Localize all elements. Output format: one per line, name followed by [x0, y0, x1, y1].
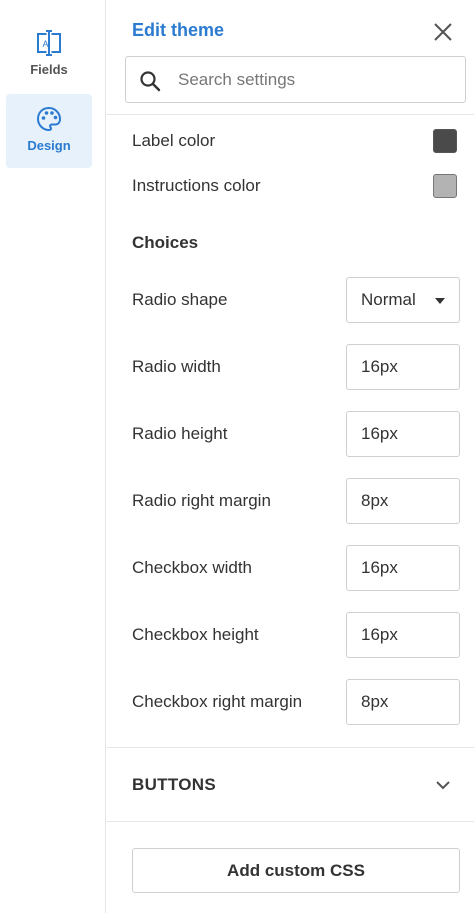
checkbox-height-input[interactable]: 16px [346, 612, 460, 658]
radio-right-margin-input[interactable]: 8px [346, 478, 460, 524]
left-rail: A Fields Design [0, 0, 106, 913]
radio-height-input[interactable]: 16px [346, 411, 460, 457]
checkbox-right-margin-label: Checkbox right margin [132, 692, 303, 711]
radio-shape-label: Radio shape [132, 290, 228, 309]
radio-height-label: Radio height [132, 424, 228, 443]
radio-width-label: Radio width [132, 357, 221, 376]
radio-shape-value: Normal [361, 290, 416, 309]
radio-shape-select[interactable]: Normal [346, 277, 460, 323]
radio-right-margin-label: Radio right margin [132, 491, 271, 510]
search-icon [140, 71, 161, 92]
sidebar-item-label: Design [27, 138, 71, 153]
buttons-section-toggle[interactable]: BUTTONS [107, 748, 474, 821]
search-box [125, 56, 466, 103]
text-field-icon: A [37, 30, 61, 56]
buttons-section-title: BUTTONS [132, 775, 216, 794]
divider [107, 821, 474, 822]
instructions-color-label: Instructions color [132, 176, 261, 195]
radio-width-input[interactable]: 16px [346, 344, 460, 390]
close-icon[interactable] [429, 18, 457, 46]
label-color-label: Label color [132, 131, 216, 150]
choices-section-title: Choices [132, 233, 199, 252]
search-input[interactable] [178, 67, 448, 93]
sidebar-item-design[interactable]: Design [6, 94, 92, 168]
checkbox-height-label: Checkbox height [132, 625, 259, 644]
checkbox-width-input[interactable]: 16px [346, 545, 460, 591]
panel-title: Edit theme [132, 20, 225, 40]
add-custom-css-button[interactable]: Add custom CSS [132, 848, 460, 893]
palette-icon [36, 106, 62, 132]
caret-down-icon [435, 298, 445, 304]
divider [107, 114, 474, 115]
sidebar-item-fields[interactable]: A Fields [6, 18, 92, 92]
edit-theme-panel: Edit theme Label color Instructions colo… [107, 0, 474, 913]
checkbox-width-label: Checkbox width [132, 558, 253, 577]
label-color-swatch[interactable] [433, 129, 457, 153]
instructions-color-swatch[interactable] [433, 174, 457, 198]
svg-text:A: A [43, 39, 49, 49]
checkbox-right-margin-input[interactable]: 8px [346, 679, 460, 725]
sidebar-item-label: Fields [30, 62, 68, 77]
chevron-down-icon [436, 781, 450, 790]
